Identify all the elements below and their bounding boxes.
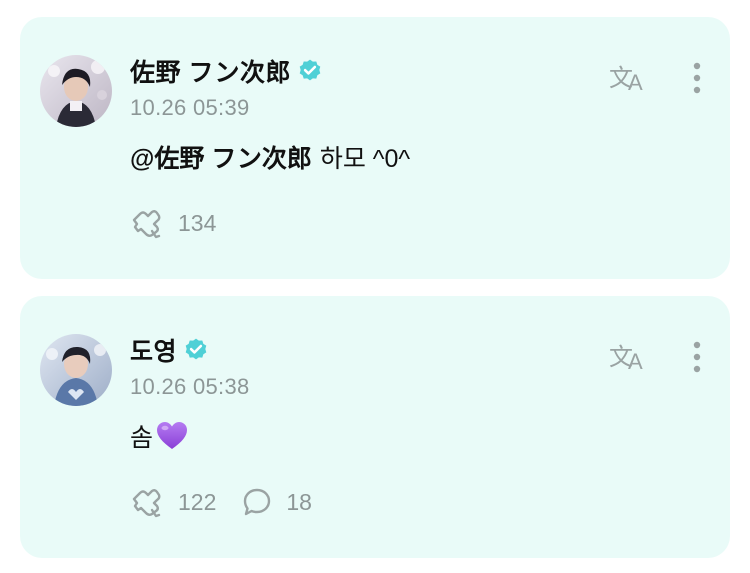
- timestamp: 10.26 05:38: [130, 374, 250, 399]
- more-vertical-icon[interactable]: [690, 61, 704, 95]
- post-text: 솜: [130, 418, 189, 454]
- translate-icon[interactable]: 文 A: [608, 59, 648, 95]
- more-vertical-icon[interactable]: [690, 340, 704, 374]
- like-count: 134: [178, 209, 217, 236]
- comment-count: 18: [286, 488, 312, 515]
- verified-badge-icon: [299, 59, 321, 81]
- post-message: 하모 ^0^: [319, 145, 411, 173]
- like-icon: [132, 210, 161, 239]
- post-message: 솜: [130, 424, 154, 452]
- avatar[interactable]: [40, 55, 112, 127]
- author-name[interactable]: 도영: [130, 332, 177, 368]
- translate-icon[interactable]: 文 A: [608, 338, 648, 374]
- author-row: 도영: [130, 334, 209, 366]
- post-actions: 122 18: [130, 486, 338, 518]
- post-text: @佐野 フン次郎 하모 ^0^: [130, 139, 410, 175]
- svg-text:A: A: [628, 70, 643, 95]
- comment-icon: [244, 488, 271, 516]
- like-icon: [132, 489, 161, 518]
- mention-link[interactable]: @佐野 フン次郎: [130, 139, 312, 175]
- verified-badge-icon: [185, 338, 207, 360]
- post-card: 도영 10.26 05:38 솜 122 18 文 A: [20, 296, 730, 558]
- author-name[interactable]: 佐野 フン次郎: [130, 53, 291, 89]
- post-card: 佐野 フン次郎 10.26 05:39 @佐野 フン次郎 하모 ^0^ 134 …: [20, 17, 730, 279]
- post-actions: 134: [130, 207, 242, 239]
- comment-button[interactable]: 18: [242, 487, 312, 517]
- timestamp: 10.26 05:39: [130, 95, 250, 120]
- post-feed: 佐野 フン次郎 10.26 05:39 @佐野 フン次郎 하모 ^0^ 134 …: [0, 0, 750, 573]
- purple-heart-icon: [157, 422, 188, 449]
- like-button[interactable]: 134: [130, 207, 216, 239]
- author-row: 佐野 フン次郎: [130, 55, 323, 87]
- svg-text:A: A: [628, 349, 643, 374]
- like-button[interactable]: 122: [130, 486, 216, 518]
- avatar[interactable]: [40, 334, 112, 406]
- like-count: 122: [178, 488, 217, 515]
